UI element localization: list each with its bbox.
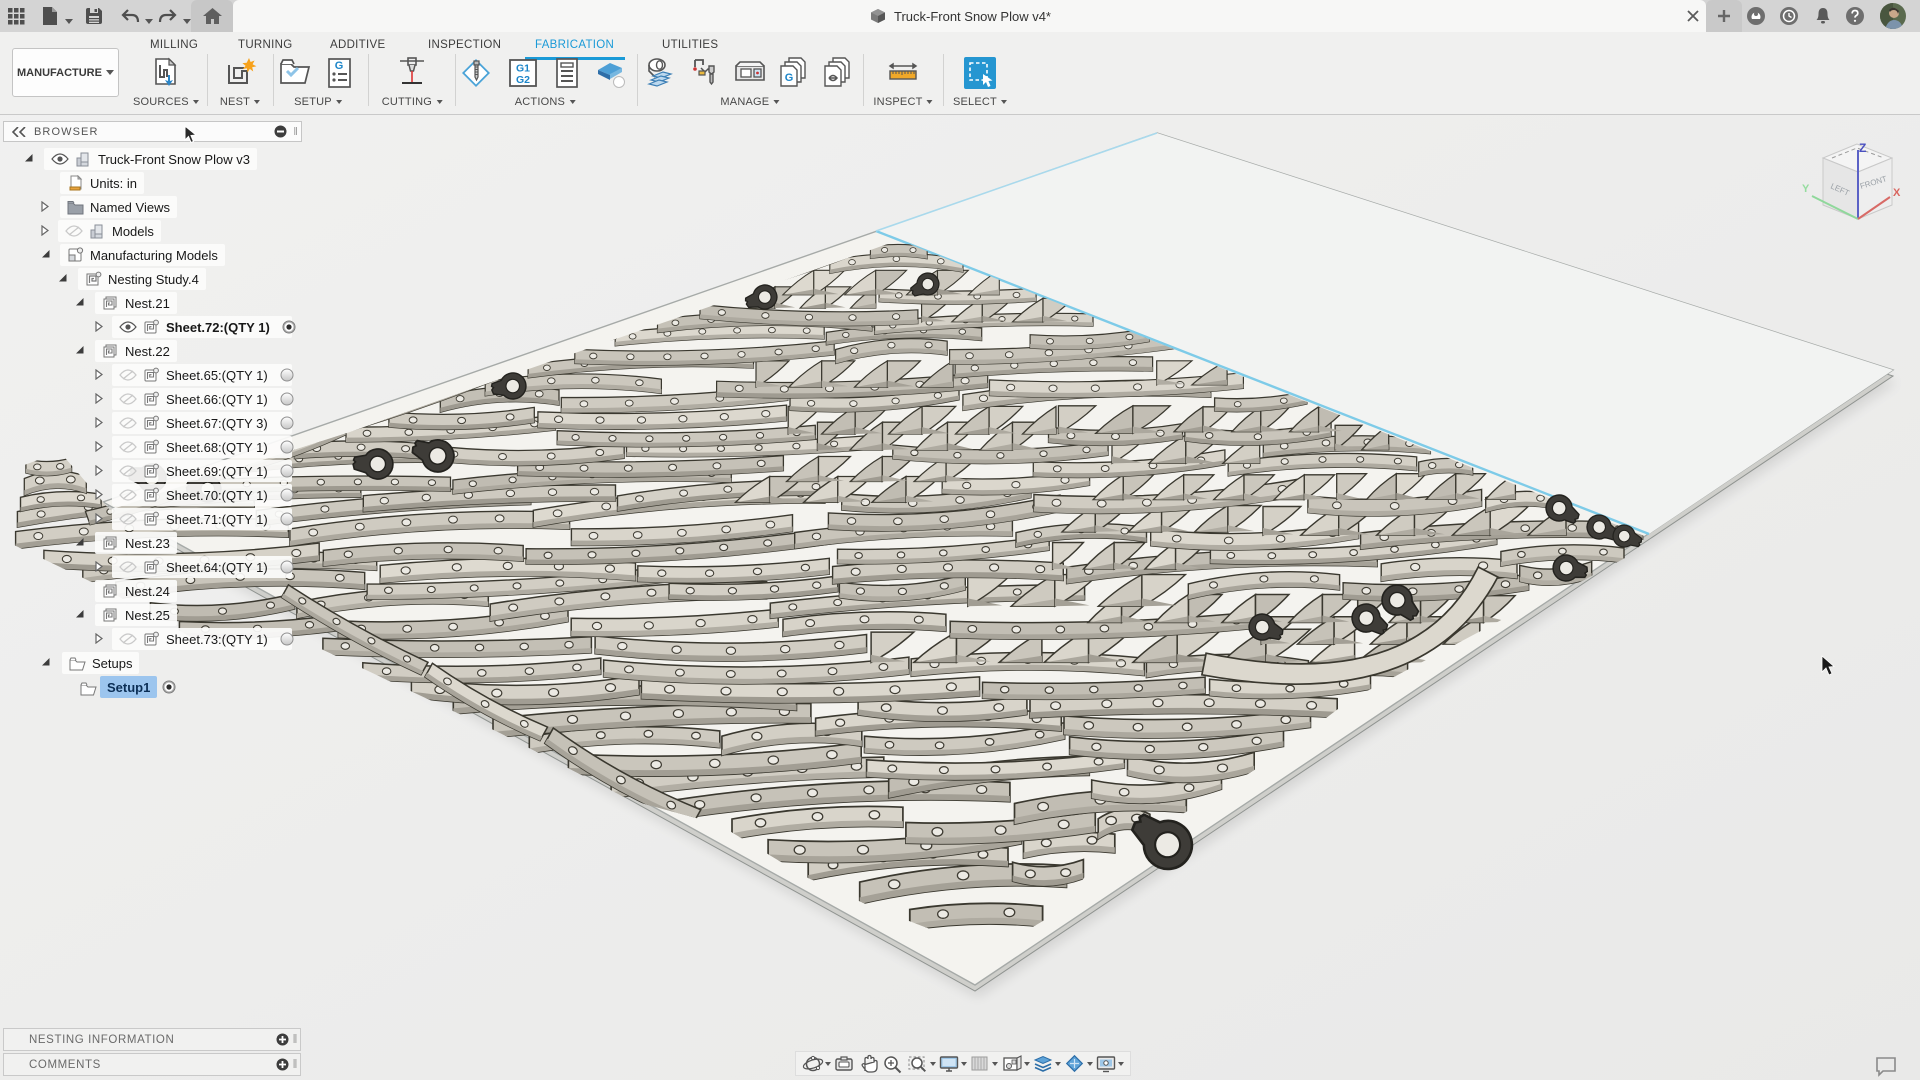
svg-text:X: X bbox=[1893, 187, 1901, 199]
svg-text:G: G bbox=[335, 60, 344, 72]
svg-text:G: G bbox=[785, 72, 794, 84]
svg-text:G1: G1 bbox=[516, 63, 530, 75]
svg-text:Y: Y bbox=[1802, 183, 1810, 195]
svg-text:G2: G2 bbox=[516, 74, 530, 86]
svg-text:Z: Z bbox=[1859, 141, 1866, 155]
